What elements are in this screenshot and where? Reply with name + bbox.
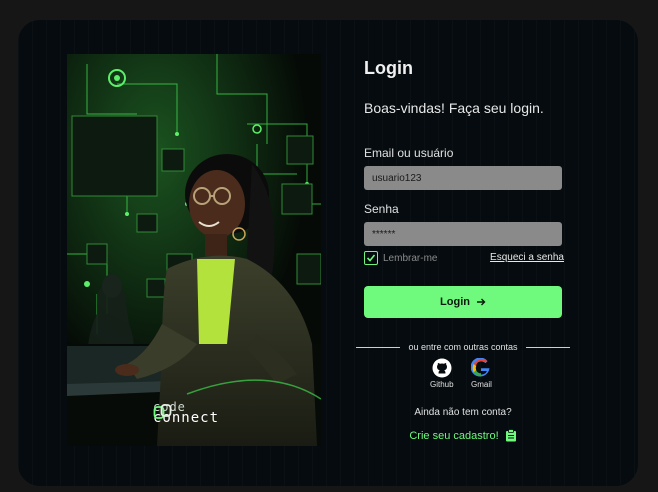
- remember-me[interactable]: Lembrar-me: [364, 251, 437, 265]
- hero-image: code connect: [67, 54, 321, 446]
- gmail-label: Gmail: [471, 380, 492, 389]
- email-value: usuario123: [372, 172, 422, 184]
- brand-logo: code connect: [153, 401, 219, 425]
- github-icon: [432, 358, 452, 378]
- email-field[interactable]: usuario123: [364, 166, 562, 190]
- check-icon: [366, 254, 376, 262]
- divider-line-right: [525, 346, 570, 348]
- gmail-login-button[interactable]: Gmail: [471, 358, 492, 389]
- signup-label: Crie seu cadastro!: [409, 429, 499, 442]
- divider-line-left: [356, 346, 401, 348]
- welcome-subtitle: Boas-vindas! Faça seu login.: [364, 100, 544, 116]
- page-title: Login: [364, 58, 413, 78]
- forgot-password-link[interactable]: Esqueci a senha: [490, 252, 564, 263]
- hero-illustration: [67, 54, 321, 446]
- arrow-right-icon: [476, 298, 486, 306]
- google-icon: [471, 358, 490, 377]
- remember-checkbox[interactable]: [364, 251, 378, 265]
- login-card: code connect Login Boas-vindas! Faça seu…: [18, 20, 638, 486]
- remember-label: Lembrar-me: [383, 252, 438, 264]
- email-label: Email ou usuário: [364, 146, 454, 160]
- login-button[interactable]: Login: [364, 286, 562, 318]
- signup-link[interactable]: Crie seu cadastro!: [364, 429, 562, 442]
- divider-text: ou entre com outras contas: [408, 342, 518, 352]
- login-button-label: Login: [440, 296, 470, 308]
- clipboard-icon: [505, 429, 516, 442]
- password-field[interactable]: ******: [364, 222, 562, 246]
- password-label: Senha: [364, 202, 399, 216]
- github-login-button[interactable]: Github: [430, 358, 454, 389]
- social-divider: ou entre com outras contas: [356, 342, 570, 352]
- no-account-text: Ainda não tem conta?: [414, 407, 512, 418]
- github-label: Github: [430, 380, 454, 389]
- password-value: ******: [372, 228, 396, 240]
- code-connect-logo-icon: [153, 404, 172, 419]
